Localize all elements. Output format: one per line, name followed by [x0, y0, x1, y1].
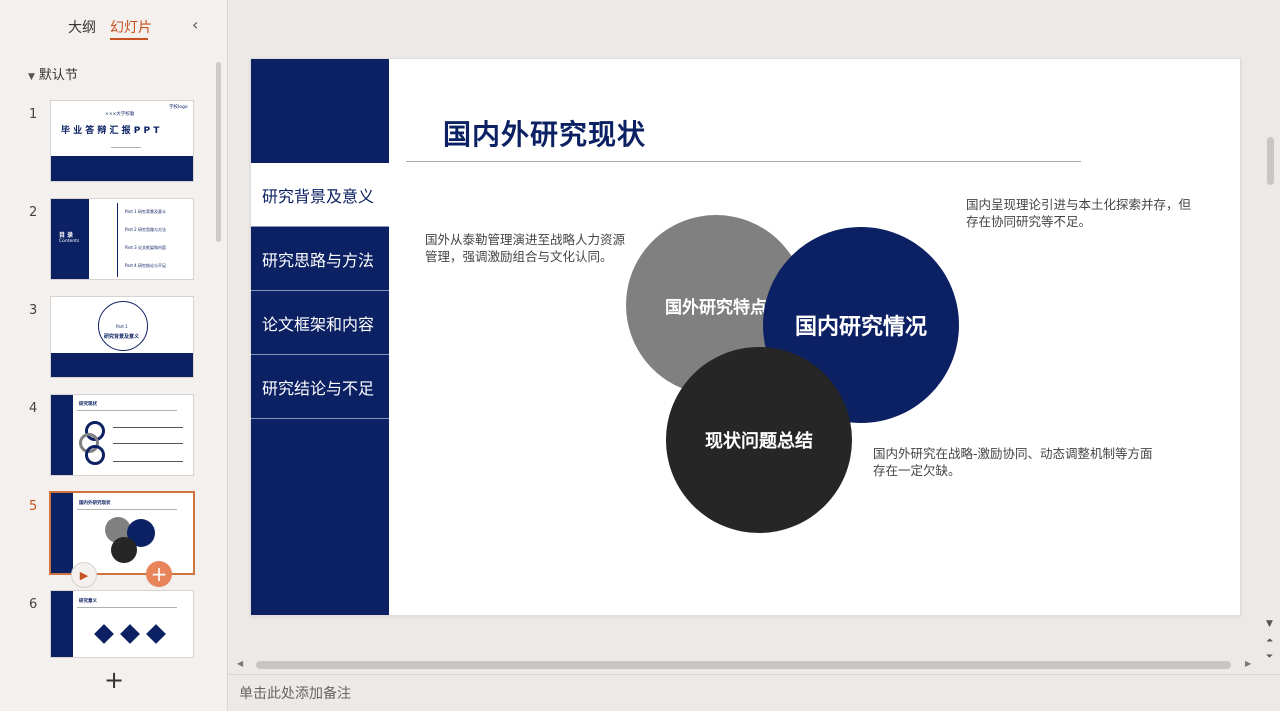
- thumb-line: [113, 427, 183, 428]
- thumb-line: [113, 443, 183, 444]
- slide-canvas[interactable]: 研究背景及意义 研究思路与方法 论文框架和内容 研究结论与不足 国内外研究现状 …: [250, 58, 1241, 616]
- summary-circle: 现状问题总结: [666, 347, 852, 533]
- thumb-number: 1: [29, 107, 38, 122]
- thumb-number: 4: [29, 401, 38, 416]
- slide-nav-background: 研究背景及意义: [251, 163, 389, 227]
- tab-outline[interactable]: 大纲: [68, 17, 96, 37]
- thumb-number: 2: [29, 205, 38, 220]
- scroll-left-icon[interactable]: ◀: [237, 659, 243, 668]
- thumb-title: 研究背景及意义: [104, 334, 140, 340]
- slide-nav-methods: 研究思路与方法: [251, 227, 389, 291]
- thumb-title: 研究现状: [79, 402, 97, 407]
- thumb-circle: [111, 537, 137, 563]
- thumb-ring: [85, 445, 105, 465]
- summary-label: 现状问题总结: [705, 431, 813, 452]
- thumb-logo-text: 学校logo: [169, 105, 188, 110]
- thumb-title: 研究意义: [79, 599, 97, 604]
- slide-thumbnail-2[interactable]: 目 录 Contents Part 1 研究背景及意义 Part 2 研究思路与…: [50, 198, 194, 280]
- thumb-footer-bar: [51, 353, 193, 377]
- section-expand-icon[interactable]: ▼: [28, 72, 35, 82]
- thumb-line: [113, 461, 183, 462]
- thumb-item: Part 1 研究背景及意义: [125, 209, 166, 214]
- thumbnail-scrollbar-thumb[interactable]: [216, 62, 221, 242]
- thumb-timeline: [117, 203, 118, 277]
- thumb-title: 毕 业 答 辩 汇 报 P P T: [61, 126, 160, 136]
- slide-thumbnail-1[interactable]: ×××大学校徽 学校logo 毕 业 答 辩 汇 报 P P T: [50, 100, 194, 182]
- slide-nav-framework: 论文框架和内容: [251, 291, 389, 355]
- thumb-line: [77, 410, 177, 411]
- slide-thumbnail-4[interactable]: 研究现状: [50, 394, 194, 476]
- section-label: 默认节: [38, 68, 78, 83]
- active-tab-indicator: [110, 38, 148, 40]
- prev-slide-icon[interactable]: ⏶: [1266, 636, 1273, 646]
- scroll-down-icon[interactable]: ▼: [1266, 619, 1273, 629]
- section-header[interactable]: ▼ 默认节: [28, 64, 78, 83]
- thumb-item: Part 3 论文框架和内容: [125, 245, 166, 250]
- thumb-title: 目 录: [59, 232, 74, 239]
- slide-thumbnail-panel: 大纲 幻灯片 ‹ ▼ 默认节 1 ×××大学校徽 学校logo 毕 业 答 辩 汇…: [0, 0, 228, 711]
- thumb-school-text: ×××大学校徽: [105, 112, 135, 117]
- slide-thumbnail-3[interactable]: Part 1 研究背景及意义: [50, 296, 194, 378]
- vertical-scrollbar-thumb[interactable]: [1267, 137, 1274, 185]
- foreign-research-description: 国外从泰勒管理演进至战略人力资源管理，强调激励组合与文化认同。: [425, 232, 626, 264]
- thumb-side-bar: [51, 591, 73, 657]
- thumb-diamond: [146, 624, 166, 644]
- play-slide-button[interactable]: ▶: [71, 562, 97, 588]
- thumb-number: 6: [29, 597, 38, 612]
- summary-description: 国内外研究在战略-激励协同、动态调整机制等方面存在一定欠缺。: [873, 446, 1153, 478]
- thumb-number: 5: [29, 499, 38, 514]
- tab-slides[interactable]: 幻灯片: [110, 17, 152, 37]
- thumb-line: [111, 147, 141, 148]
- slide-nav-conclusion: 研究结论与不足: [251, 355, 389, 419]
- domestic-research-description: 国内呈现理论引进与本土化探索并存，但存在协同研究等不足。: [966, 197, 1192, 229]
- thumb-side-bar: [51, 493, 73, 573]
- notes-area[interactable]: 单击此处添加备注: [228, 674, 1280, 711]
- thumb-part: Part 1: [116, 324, 128, 329]
- add-slide-after-button[interactable]: +: [146, 561, 172, 587]
- thumb-item: Part 4 研究结论与不足: [125, 263, 166, 268]
- slide-thumbnail-6[interactable]: 研究意义: [50, 590, 194, 658]
- thumb-line: [77, 509, 177, 510]
- next-slide-icon[interactable]: ⏷: [1266, 652, 1273, 662]
- slide-thumbnail-5[interactable]: 国内外研究现状: [49, 491, 195, 575]
- thumb-subtitle: Contents: [59, 239, 80, 244]
- new-slide-button[interactable]: +: [104, 666, 124, 694]
- notes-placeholder: 单击此处添加备注: [239, 686, 351, 702]
- title-divider: [406, 161, 1081, 162]
- horizontal-scrollbar-thumb[interactable]: [256, 661, 1231, 669]
- slide-title: 国内外研究现状: [443, 118, 647, 151]
- foreign-research-label: 国外研究特点: [665, 297, 767, 318]
- collapse-panel-icon[interactable]: ‹: [192, 15, 198, 34]
- thumb-diamond: [94, 624, 114, 644]
- domestic-research-label: 国内研究情况: [794, 315, 927, 340]
- thumb-title: 国内外研究现状: [79, 501, 111, 506]
- thumb-number: 3: [29, 303, 38, 318]
- thumb-footer-bar: [51, 156, 193, 181]
- thumb-line: [77, 607, 177, 608]
- thumb-side-bar: [51, 395, 73, 475]
- thumb-item: Part 2 研究思路与方法: [125, 227, 166, 232]
- thumb-diamond: [120, 624, 140, 644]
- scroll-right-icon[interactable]: ▶: [1245, 659, 1251, 668]
